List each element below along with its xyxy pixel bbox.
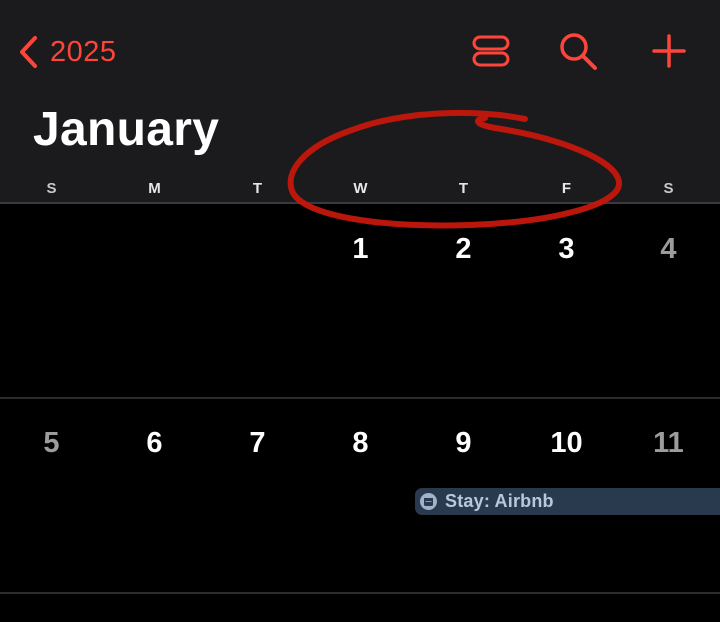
weekday-label: S xyxy=(46,180,57,197)
day-cell[interactable]: 7 xyxy=(206,423,309,463)
list-view-icon xyxy=(471,34,511,73)
weekday-label: S xyxy=(663,180,674,197)
header-divider xyxy=(0,202,720,204)
day-cell[interactable]: 6 xyxy=(103,423,206,463)
day-cell[interactable]: 4 xyxy=(617,229,720,269)
event-pill[interactable]: Stay: Airbnb xyxy=(415,488,720,515)
day-cell[interactable]: 5 xyxy=(0,423,103,463)
weekday-label: T xyxy=(458,180,469,197)
day-cell[interactable]: 11 xyxy=(617,423,720,463)
day-cell[interactable]: 1 xyxy=(309,229,412,269)
day-cell[interactable]: 9 xyxy=(412,423,515,463)
day-cell[interactable]: 3 xyxy=(515,229,618,269)
weekday-label: W xyxy=(353,180,368,197)
back-label: 2025 xyxy=(50,35,117,68)
view-toggle-button[interactable] xyxy=(468,30,514,76)
day-cell[interactable]: 10 xyxy=(515,423,618,463)
weekday-label: T xyxy=(252,180,263,197)
week-divider xyxy=(0,397,720,399)
event-label: Stay: Airbnb xyxy=(445,491,554,511)
weekday-header-row: S M T W T F S xyxy=(0,178,720,200)
weekday-label: M xyxy=(148,180,161,197)
plus-icon xyxy=(651,33,687,74)
calendar-icon xyxy=(420,493,437,510)
back-to-year-button[interactable]: 2025 xyxy=(18,32,117,72)
search-button[interactable] xyxy=(555,30,601,76)
weekday-label: F xyxy=(561,180,572,197)
chevron-left-icon xyxy=(18,35,38,69)
top-bar: 2025 January S M T W T F S xyxy=(0,0,720,204)
day-cell[interactable]: 8 xyxy=(309,423,412,463)
search-icon xyxy=(558,31,598,76)
day-cell[interactable]: 2 xyxy=(412,229,515,269)
add-event-button[interactable] xyxy=(646,30,692,76)
calendar-app: 2025 January S M T W T F S 1 2 3 4 5 6 7… xyxy=(0,0,720,622)
month-title: January xyxy=(33,103,220,156)
week-divider xyxy=(0,592,720,594)
